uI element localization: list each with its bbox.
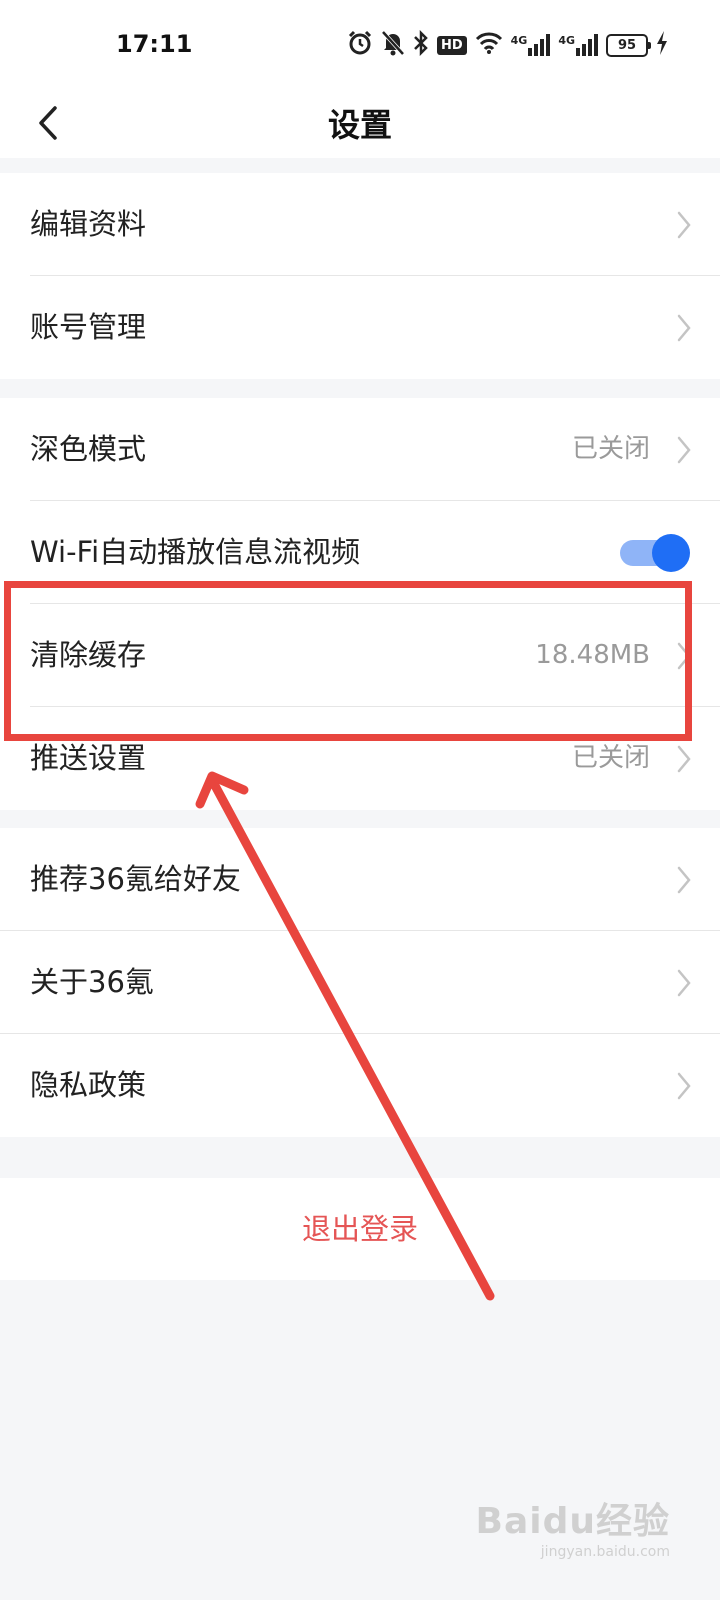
- settings-row-privacy-policy[interactable]: 隐私政策: [0, 1034, 720, 1137]
- row-label: Wi-Fi自动播放信息流视频: [30, 535, 361, 569]
- wifi-autoplay-toggle[interactable]: [620, 534, 690, 572]
- chevron-right-icon: [677, 314, 691, 342]
- wifi-icon: [475, 31, 503, 59]
- signal-4g-icon-1: 4G: [511, 34, 551, 56]
- signal-4g-icon-2: 4G: [558, 34, 598, 56]
- charging-icon: [656, 31, 668, 59]
- row-label: 推荐36氪给好友: [30, 862, 241, 896]
- row-value: 已关闭: [571, 434, 650, 464]
- settings-group-about: 推荐36氪给好友 关于36氪 隐私政策: [0, 828, 720, 1137]
- chevron-right-icon: [677, 436, 691, 464]
- status-bar: 17:11 HD 4G 4G 95: [0, 0, 720, 90]
- chevron-right-icon: [677, 1072, 691, 1100]
- mute-bell-icon: [381, 30, 405, 60]
- settings-group-account: 编辑资料 账号管理: [0, 173, 720, 379]
- row-label: 深色模式: [30, 432, 147, 466]
- battery-icon: 95: [606, 33, 651, 57]
- settings-row-account-management[interactable]: 账号管理: [0, 276, 720, 379]
- settings-row-about[interactable]: 关于36氪: [0, 931, 720, 1034]
- settings-row-edit-profile[interactable]: 编辑资料: [0, 173, 720, 276]
- row-label: 关于36氪: [30, 965, 154, 999]
- settings-row-clear-cache[interactable]: 清除缓存 18.48MB: [0, 604, 720, 707]
- settings-row-wifi-autoplay: Wi-Fi自动播放信息流视频: [0, 501, 720, 604]
- status-icons: HD 4G 4G 95: [347, 28, 668, 62]
- settings-group-preferences: 深色模式 已关闭 Wi-Fi自动播放信息流视频 清除缓存 18.48MB 推送设…: [0, 398, 720, 810]
- logout-button[interactable]: 退出登录: [0, 1178, 720, 1280]
- settings-row-recommend[interactable]: 推荐36氪给好友: [0, 828, 720, 931]
- settings-row-dark-mode[interactable]: 深色模式 已关闭: [0, 398, 720, 501]
- chevron-right-icon: [677, 642, 691, 670]
- row-label: 推送设置: [30, 741, 147, 775]
- watermark-url: jingyan.baidu.com: [540, 1544, 670, 1560]
- row-label: 隐私政策: [30, 1068, 147, 1102]
- toggle-knob: [652, 534, 690, 572]
- cache-size-value: 18.48MB: [535, 640, 650, 670]
- hd-voice-icon: HD: [436, 35, 467, 55]
- row-label: 编辑资料: [30, 207, 147, 241]
- row-label: 账号管理: [30, 310, 147, 344]
- status-time: 17:11: [116, 30, 193, 58]
- page-title: 设置: [327, 106, 392, 144]
- chevron-right-icon: [677, 211, 691, 239]
- alarm-icon: [347, 30, 373, 60]
- settings-row-push-settings[interactable]: 推送设置 已关闭: [0, 707, 720, 810]
- chevron-right-icon: [677, 969, 691, 997]
- row-label: 清除缓存: [30, 638, 147, 672]
- nav-bar: 设置: [0, 90, 720, 158]
- chevron-right-icon: [677, 866, 691, 894]
- row-value: 已关闭: [571, 743, 650, 773]
- baidu-watermark: Baidu经验 jingyan.baidu.com: [476, 1492, 670, 1560]
- watermark-logo: Baidu经验: [475, 1501, 670, 1542]
- bluetooth-icon: [413, 29, 429, 60]
- chevron-right-icon: [677, 745, 691, 773]
